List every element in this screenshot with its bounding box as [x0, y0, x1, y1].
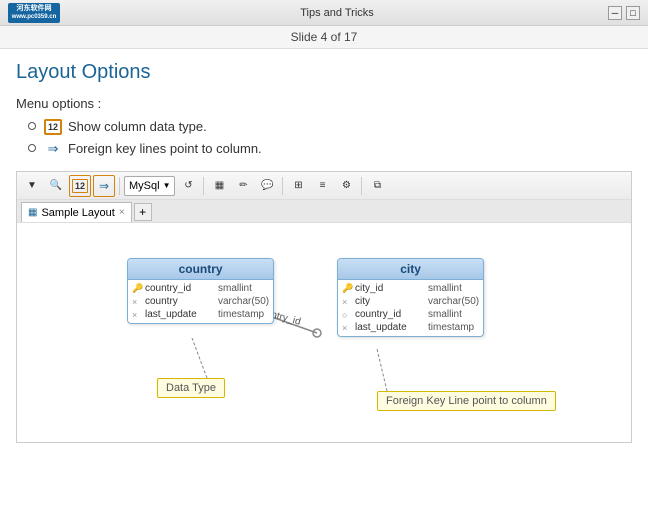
city-row-1-type: varchar(50) [428, 296, 479, 307]
city-row-3: × last_update timestamp [342, 321, 479, 334]
tab-icon: ▦ [28, 207, 37, 218]
city-row-2-name: country_id [355, 309, 425, 320]
tab-close-btn[interactable]: × [119, 207, 125, 218]
fk-arrows-icon: ⇒ [44, 141, 62, 157]
country-row-2-icon: × [132, 310, 142, 320]
city-row-3-type: timestamp [428, 322, 474, 333]
website-text: www.pc0359.cn [12, 14, 56, 20]
slide-header: Slide 4 of 17 [0, 26, 648, 49]
mysql-dropdown-arrow: ▼ [163, 181, 171, 190]
toolbar-comment-btn[interactable]: 💬 [256, 175, 278, 197]
tabs-row: ▦ Sample Layout × + [17, 200, 631, 222]
toolbar-list-btn[interactable]: ≡ [311, 175, 333, 197]
tab-add-btn[interactable]: + [134, 203, 152, 221]
title-bar: 河东软件网www.pc0359.cn Tips and Tricks ─ □ [0, 0, 648, 26]
country-row-2-name: last_update [145, 309, 215, 320]
toolbar-arrows-icon: ⇒ [99, 179, 109, 193]
country-row-1: × country varchar(50) [132, 295, 269, 308]
country-row-2-type: timestamp [218, 309, 264, 320]
bullet-text-2: Foreign key lines point to column. [68, 141, 262, 156]
toolbar-zoom-btn[interactable]: 🔍 [45, 175, 67, 197]
toolbar-arrows-btn[interactable]: ⇒ [93, 175, 115, 197]
logo: 河东软件网www.pc0359.cn [8, 3, 60, 23]
mysql-dropdown[interactable]: MySql ▼ [124, 176, 175, 196]
country-row-0-type: smallint [218, 283, 252, 294]
city-row-3-icon: × [342, 323, 352, 333]
datatype-tooltip: Data Type [157, 378, 225, 398]
toolbar-refresh-btn[interactable]: ↺ [177, 175, 199, 197]
tb-divider-3 [282, 177, 283, 195]
canvas-area: country_id country 🔑 country_id smallint… [17, 222, 631, 442]
menu-options-label: Menu options : [16, 96, 632, 111]
tab-label: Sample Layout [41, 207, 114, 219]
country-row-0-icon: 🔑 [132, 283, 142, 294]
toolbar-nav-dropdown[interactable]: ▼ [21, 175, 43, 197]
city-row-1-name: city [355, 296, 425, 307]
window-title: Tips and Tricks [66, 7, 608, 19]
city-row-0: 🔑 city_id smallint [342, 282, 479, 295]
country-row-0-name: country_id [145, 283, 215, 294]
city-row-0-name: city_id [355, 283, 425, 294]
window-controls: ─ □ [608, 6, 640, 20]
city-row-0-icon: 🔑 [342, 283, 352, 294]
slide-label: Slide 4 of 17 [291, 30, 358, 44]
content-area: Layout Options Menu options : 12 Show co… [0, 49, 648, 443]
tb-divider-4 [361, 177, 362, 195]
country-table-body: 🔑 country_id smallint × country varchar(… [128, 280, 273, 323]
toolbar-wrapper: ▼ 🔍 12 ⇒ MySql ▼ ↺ ▦ ✏ 💬 ⊞ ≡ ⚙ ⧉ [16, 171, 632, 443]
minimize-button[interactable]: ─ [608, 6, 622, 20]
page-title: Layout Options [16, 61, 632, 84]
country-row-1-type: varchar(50) [218, 296, 269, 307]
fk-tooltip-text: Foreign Key Line point to column [386, 395, 547, 407]
toolbar-grid-btn[interactable]: ⊞ [287, 175, 309, 197]
sample-layout-tab[interactable]: ▦ Sample Layout × [21, 202, 132, 222]
city-row-2-type: smallint [428, 309, 462, 320]
toolbar-12-btn[interactable]: 12 [69, 175, 91, 197]
city-row-2-icon: ○ [342, 310, 352, 320]
bullet-text-1: Show column data type. [68, 119, 207, 134]
country-row-2: × last_update timestamp [132, 308, 269, 321]
fk-tooltip: Foreign Key Line point to column [377, 391, 556, 411]
tb-divider-1 [119, 177, 120, 195]
city-row-0-type: smallint [428, 283, 462, 294]
datatype-tooltip-text: Data Type [166, 382, 216, 394]
city-table-header: city [338, 259, 483, 280]
toolbar-settings-btn[interactable]: ⚙ [335, 175, 357, 197]
toolbar: ▼ 🔍 12 ⇒ MySql ▼ ↺ ▦ ✏ 💬 ⊞ ≡ ⚙ ⧉ [17, 172, 631, 200]
toolbar-table-btn[interactable]: ▦ [208, 175, 230, 197]
city-table: city 🔑 city_id smallint × city varchar(5… [337, 258, 484, 337]
city-row-3-name: last_update [355, 322, 425, 333]
toolbar-12-icon: 12 [72, 179, 88, 193]
city-table-body: 🔑 city_id smallint × city varchar(50) ○ … [338, 280, 483, 336]
bullet-list: 12 Show column data type. ⇒ Foreign key … [16, 119, 632, 157]
city-row-1: × city varchar(50) [342, 295, 479, 308]
maximize-button[interactable]: □ [626, 6, 640, 20]
bullet-dot-1 [28, 122, 36, 130]
toolbar-edit-btn[interactable]: ✏ [232, 175, 254, 197]
country-row-1-name: country [145, 296, 215, 307]
bullet-dot-2 [28, 144, 36, 152]
bullet-item-1: 12 Show column data type. [28, 119, 632, 135]
toolbar-copy-btn[interactable]: ⧉ [366, 175, 388, 197]
city-row-2: ○ country_id smallint [342, 308, 479, 321]
country-row-1-icon: × [132, 297, 142, 307]
city-row-1-icon: × [342, 297, 352, 307]
mysql-label: MySql [129, 180, 160, 192]
column-type-icon: 12 [44, 119, 62, 135]
country-table: country 🔑 country_id smallint × country … [127, 258, 274, 324]
bullet-item-2: ⇒ Foreign key lines point to column. [28, 141, 632, 157]
country-row-0: 🔑 country_id smallint [132, 282, 269, 295]
tb-divider-2 [203, 177, 204, 195]
country-table-header: country [128, 259, 273, 280]
